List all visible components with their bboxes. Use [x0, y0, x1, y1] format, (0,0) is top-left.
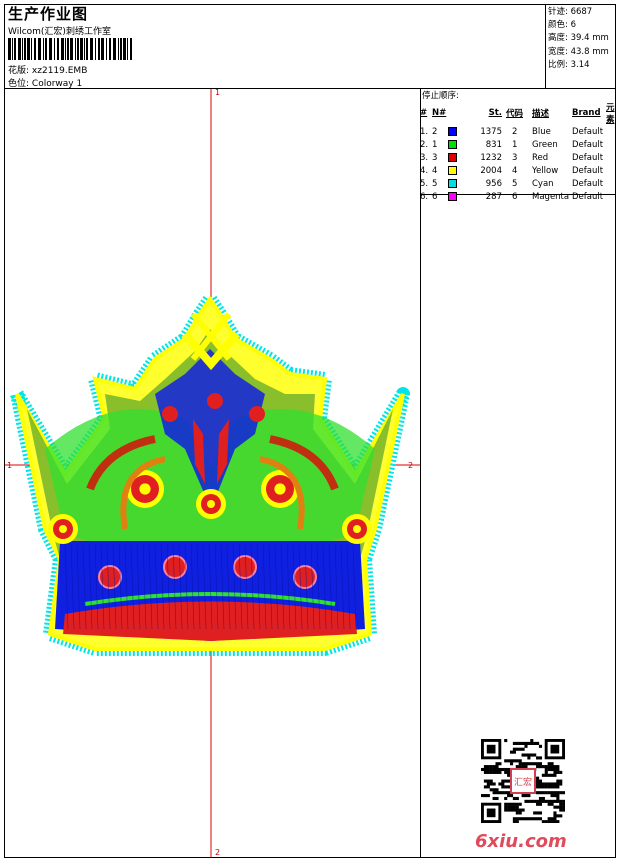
col-stitches: St. — [488, 108, 502, 118]
row-code: 1 — [512, 139, 518, 150]
color-swatch — [448, 126, 458, 136]
row-stitches: 956 — [485, 178, 502, 189]
stop-sequence-title: 停止顺序: — [422, 91, 459, 101]
color-row: 2. 1 831 1 Green Default — [420, 138, 620, 151]
axis-label-right: 2 — [408, 461, 414, 470]
row-index: 6. — [420, 191, 429, 202]
row-needle: 3 — [432, 151, 472, 164]
row-code: 6 — [512, 191, 518, 202]
design-stats: 针迹: 6687 颜色: 6 高度: 39.4 mm 宽度: 43.8 mm 比… — [548, 6, 609, 72]
color-row: 6. 6 287 6 Magenta Default — [420, 190, 620, 203]
axis-label-top: 1 — [215, 88, 221, 97]
row-stitches: 287 — [485, 191, 502, 202]
row-needle: 2 — [432, 125, 472, 138]
col-brand: Brand — [572, 108, 601, 118]
watermark: 6xiu.com — [475, 831, 567, 852]
row-desc: Yellow — [532, 165, 559, 176]
color-row: 4. 4 2004 4 Yellow Default — [420, 164, 620, 177]
row-index: 1. — [420, 126, 429, 137]
row-needle: 4 — [432, 164, 472, 177]
col-needle: N# — [432, 108, 447, 118]
row-needle: 1 — [432, 138, 472, 151]
row-stitches: 1375 — [480, 126, 502, 137]
col-element: 元素 — [606, 103, 615, 125]
sheet-title: 生产作业图 — [8, 5, 89, 23]
studio-name: Wilcom(汇宏)刺绣工作室 — [8, 27, 111, 37]
col-index: # — [420, 108, 428, 118]
design-width: 宽度: 43.8 mm — [548, 46, 609, 57]
color-swatch — [448, 178, 458, 188]
stitch-count: 针迹: 6687 — [548, 7, 593, 17]
row-needle: 6 — [432, 190, 472, 203]
color-row: 5. 5 956 5 Cyan Default — [420, 177, 620, 190]
row-needle: 5 — [432, 177, 472, 190]
row-desc: Blue — [532, 126, 551, 137]
row-index: 2. — [420, 139, 429, 150]
embroidery-canvas — [5, 89, 420, 857]
row-brand: Default — [572, 126, 604, 137]
row-stitches: 831 — [485, 139, 502, 150]
color-swatch — [448, 152, 458, 162]
row-desc: Cyan — [532, 178, 554, 189]
crown-design — [10, 292, 410, 656]
canvas-divider — [420, 88, 421, 858]
row-index: 4. — [420, 165, 429, 176]
color-table: # N# St. 代码 描述 Brand 元素 1. 2 1375 2 Blue Def… — [420, 101, 620, 203]
row-brand: Default — [572, 165, 604, 176]
design-ratio: 比例: 3.14 — [548, 59, 590, 70]
color-swatch — [448, 165, 458, 175]
color-swatch — [448, 191, 458, 201]
design-height: 高度: 39.4 mm — [548, 33, 609, 44]
row-brand: Default — [572, 152, 604, 163]
color-swatch — [448, 139, 458, 149]
col-desc: 描述 — [532, 109, 550, 119]
pattern-file: 花版: xz2119.EMB — [8, 66, 88, 76]
stats-divider — [545, 4, 546, 88]
color-row: 1. 2 1375 2 Blue Default — [420, 125, 620, 138]
svg-text:汇宏: 汇宏 — [514, 776, 532, 788]
color-row: 3. 3 1232 3 Red Default — [420, 151, 620, 164]
row-code: 5 — [512, 178, 518, 189]
barcode — [8, 38, 132, 60]
row-stitches: 2004 — [480, 165, 502, 176]
row-brand: Default — [572, 191, 604, 202]
axis-label-left: 1 — [7, 461, 13, 470]
row-code: 4 — [512, 165, 518, 176]
row-desc: Green — [532, 139, 558, 150]
row-code: 3 — [512, 152, 518, 163]
colorway: 色位: Colorway 1 — [8, 79, 83, 89]
row-index: 5. — [420, 178, 429, 189]
row-brand: Default — [572, 139, 604, 150]
col-code: 代码 — [506, 109, 524, 119]
axis-label-bottom: 2 — [215, 848, 221, 857]
row-code: 2 — [512, 126, 518, 137]
row-desc: Magenta — [532, 191, 570, 202]
row-stitches: 1232 — [480, 152, 502, 163]
color-count: 颜色: 6 — [548, 20, 576, 31]
qr-code: 汇宏 — [481, 739, 565, 823]
row-desc: Red — [532, 152, 549, 163]
row-brand: Default — [572, 178, 604, 189]
row-index: 3. — [420, 152, 429, 163]
